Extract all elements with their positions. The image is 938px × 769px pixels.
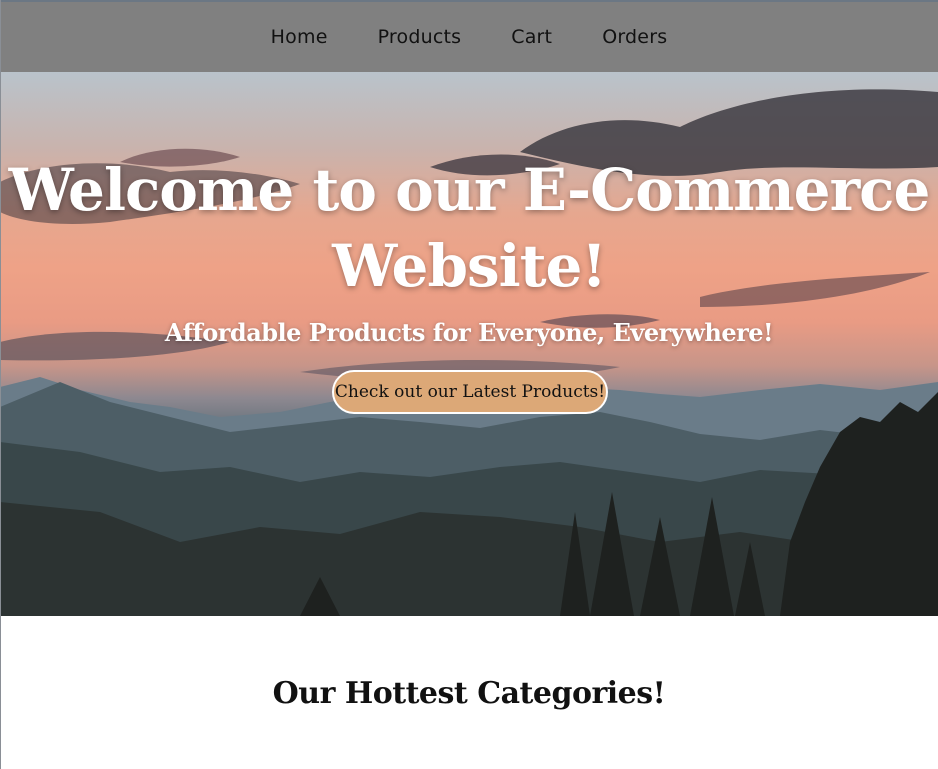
latest-products-button[interactable]: Check out our Latest Products! bbox=[332, 370, 608, 414]
nav-link-home[interactable]: Home bbox=[271, 26, 328, 48]
nav-link-products[interactable]: Products bbox=[378, 26, 462, 48]
hero-subtitle: Affordable Products for Everyone, Everyw… bbox=[164, 318, 774, 347]
nav-link-cart[interactable]: Cart bbox=[511, 26, 552, 48]
window-left-border bbox=[0, 0, 1, 769]
categories-heading: Our Hottest Categories! bbox=[272, 676, 666, 711]
hero-title: Welcome to our E-Commerce Website! bbox=[8, 156, 931, 300]
nav-link-orders[interactable]: Orders bbox=[602, 26, 667, 48]
top-navigation-bar: Home Products Cart Orders bbox=[0, 2, 938, 72]
hero-banner: Welcome to our E-Commerce Website! Affor… bbox=[0, 72, 938, 616]
